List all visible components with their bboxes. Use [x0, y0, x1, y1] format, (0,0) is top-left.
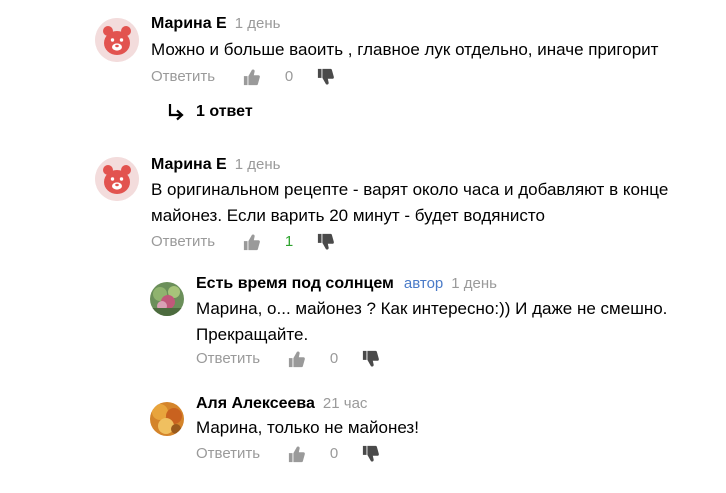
reply-button[interactable]: Ответить [151, 65, 215, 89]
timestamp: 21 час [322, 395, 368, 412]
comment-header: Марина Е 1 день [151, 14, 280, 34]
thumb-up-icon[interactable] [288, 349, 306, 369]
comment-actions: Ответить 0 [196, 442, 396, 466]
comment-actions: Ответить 0 [151, 65, 351, 89]
show-replies-button[interactable]: 1 ответ [166, 102, 286, 124]
comment-actions: Ответить 0 [196, 347, 396, 371]
comment-text-line: Марина, о... майонез ? Как интересно:)) … [196, 299, 668, 318]
comment-text: Марина, только не майонез! [196, 418, 419, 437]
comment-actions: Ответить 1 [151, 230, 351, 254]
author-name[interactable]: Марина Е [151, 156, 227, 173]
vote-count: 0 [329, 445, 339, 462]
comment-header: Марина Е 1 день [151, 155, 280, 175]
comment-text: Можно и больше ваоить , главное лук отде… [151, 40, 659, 59]
photo-avatar[interactable] [150, 282, 184, 316]
timestamp: 1 день [451, 275, 497, 292]
author-name[interactable]: Есть время под солнцем [196, 275, 394, 292]
reply-button[interactable]: Ответить [196, 347, 260, 371]
vote-count: 0 [329, 350, 339, 367]
author-name[interactable]: Аля Алексеева [196, 395, 315, 412]
comment-text: В оригинальном рецепте - варят около час… [151, 177, 668, 229]
comment-header: Аля Алексеева 21 час [196, 394, 367, 414]
thumb-down-icon[interactable] [362, 444, 380, 464]
comment-text-line: В оригинальном рецепте - варят около час… [151, 180, 669, 199]
vote-count: 0 [284, 68, 294, 85]
comment-text: Марина, о... майонез ? Как интересно:)) … [196, 296, 667, 348]
photo-avatar[interactable] [150, 402, 184, 436]
bear-avatar[interactable] [95, 157, 139, 201]
comment-header: Есть время под солнцем автор 1 день [196, 274, 497, 294]
comment: Марина Е 1 день В оригинальном рецепте - … [0, 150, 726, 260]
thumb-up-icon[interactable] [243, 232, 261, 252]
thumb-down-icon[interactable] [317, 232, 335, 252]
thumb-down-icon[interactable] [362, 349, 380, 369]
comment-text-line: майонез. Если варить 20 минут - будет во… [151, 206, 545, 225]
reply-comment: Есть время под солнцем автор 1 день Марина… [0, 268, 726, 378]
author-badge: автор [403, 275, 444, 292]
vote-count: 1 [284, 233, 294, 250]
reply-button[interactable]: Ответить [151, 230, 215, 254]
reply-comment: Аля Алексеева 21 час Марина, только не ма… [0, 388, 726, 488]
thumb-up-icon[interactable] [288, 444, 306, 464]
reply-arrow-icon [168, 104, 184, 121]
timestamp: 1 день [234, 15, 281, 32]
replies-count-label: 1 ответ [196, 103, 253, 120]
thumb-down-icon[interactable] [317, 67, 335, 87]
reply-button[interactable]: Ответить [196, 442, 260, 466]
author-name[interactable]: Марина Е [151, 15, 227, 32]
bear-avatar[interactable] [95, 18, 139, 62]
timestamp: 1 день [234, 156, 281, 173]
comment: Марина Е 1 день Можно и больше ваоить , г… [0, 0, 726, 100]
comment-text-line: Прекращайте. [196, 325, 309, 344]
thumb-up-icon[interactable] [243, 67, 261, 87]
